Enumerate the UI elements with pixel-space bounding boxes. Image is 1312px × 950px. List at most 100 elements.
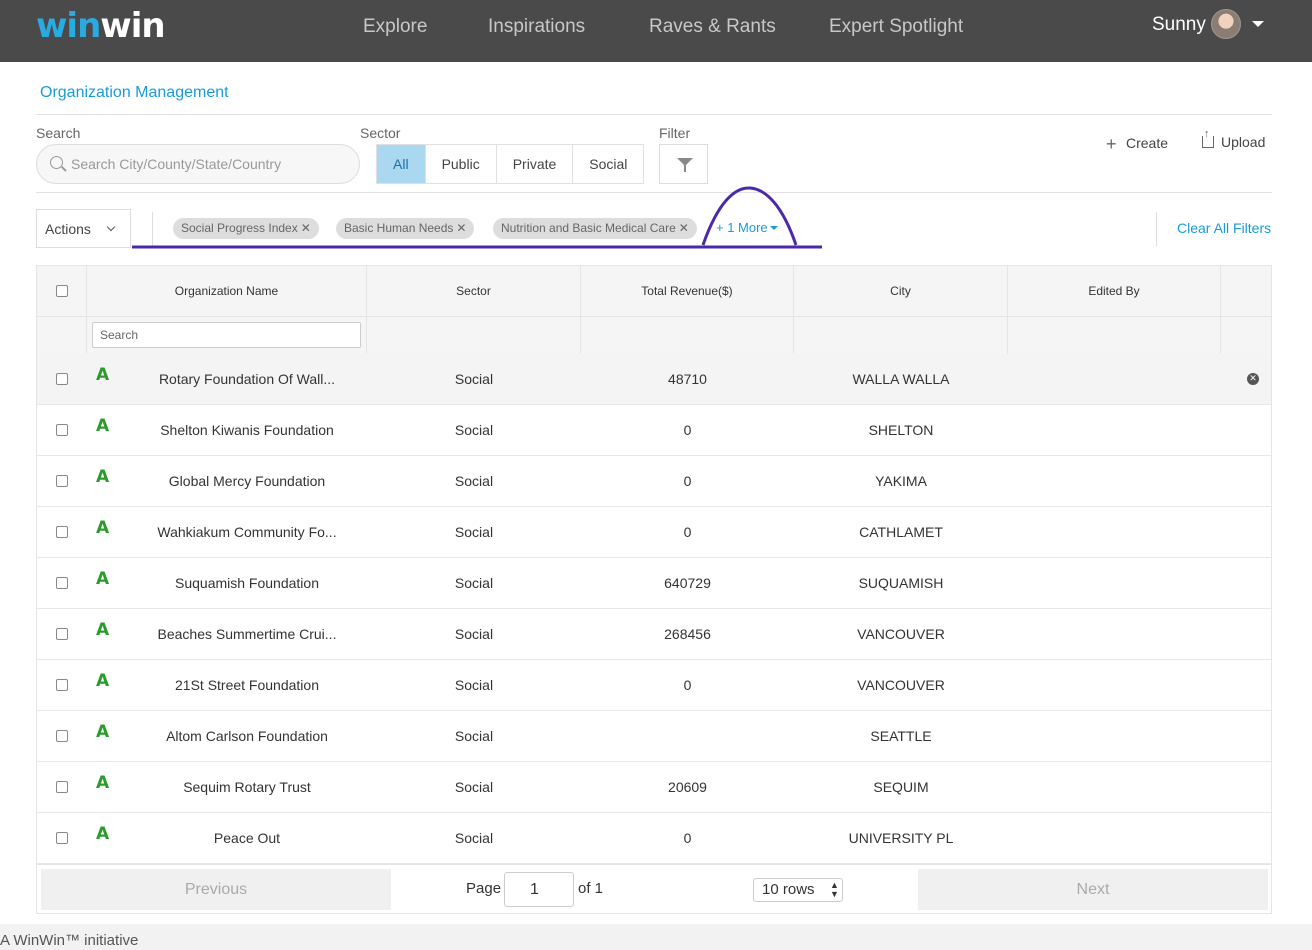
edited-by-cell bbox=[1008, 405, 1221, 456]
avatar[interactable] bbox=[1211, 9, 1241, 39]
actions-dropdown[interactable]: Actions bbox=[36, 209, 131, 248]
organizations-table: Organization Name Sector Total Revenue($… bbox=[36, 265, 1272, 914]
sector-social-button[interactable]: Social bbox=[573, 145, 644, 183]
organization-name-cell[interactable]: Peace Out bbox=[127, 813, 367, 864]
table-row[interactable]: A 21St Street Foundation Social 0 VANCOUVER bbox=[37, 660, 1271, 711]
previous-page-button[interactable]: Previous bbox=[41, 869, 391, 910]
edited-by-cell bbox=[1008, 609, 1221, 660]
organization-name-cell[interactable]: Global Mercy Foundation bbox=[127, 456, 367, 507]
row-checkbox[interactable] bbox=[56, 526, 68, 538]
sector-cell: Social bbox=[454, 779, 494, 795]
row-checkbox[interactable] bbox=[56, 475, 68, 487]
remove-chip-icon[interactable]: ✕ bbox=[301, 218, 311, 239]
table-row[interactable]: A Peace Out Social 0 UNIVERSITY PL bbox=[37, 813, 1271, 864]
main-panel: Organization Management Search Sector Al… bbox=[0, 62, 1312, 924]
revenue-cell: 0 bbox=[683, 524, 692, 540]
table-row[interactable]: A Shelton Kiwanis Foundation Social 0 SHELTO… bbox=[37, 405, 1271, 456]
location-search[interactable] bbox=[36, 144, 360, 184]
table-row[interactable]: A Rotary Foundation Of Wall... Social 48710… bbox=[37, 354, 1271, 405]
row-checkbox[interactable] bbox=[56, 730, 68, 742]
user-menu-caret-icon[interactable] bbox=[1252, 21, 1264, 27]
column-header-organization-name[interactable]: Organization Name bbox=[87, 266, 367, 317]
page-title[interactable]: Organization Management bbox=[40, 84, 229, 102]
city-cell: CATHLAMET bbox=[859, 524, 943, 540]
organization-name-cell[interactable]: Sequim Rotary Trust bbox=[127, 762, 367, 813]
revenue-cell: 0 bbox=[683, 422, 692, 438]
row-checkbox[interactable] bbox=[56, 628, 68, 640]
table-row[interactable]: A Suquamish Foundation Social 640729 SUQUAMI… bbox=[37, 558, 1271, 609]
revenue-cell: 0 bbox=[683, 830, 692, 846]
row-checkbox[interactable] bbox=[56, 577, 68, 589]
table-row[interactable]: A Global Mercy Foundation Social 0 YAKIMA bbox=[37, 456, 1271, 507]
nav-raves-rants[interactable]: Raves & Rants bbox=[649, 16, 776, 38]
row-checkbox[interactable] bbox=[56, 781, 68, 793]
remove-chip-icon[interactable]: ✕ bbox=[679, 218, 689, 239]
table-row[interactable]: A Altom Carlson Foundation Social SEATTLE bbox=[37, 711, 1271, 762]
rows-per-page-select[interactable]: 10 rows ▲ ▼ bbox=[753, 878, 843, 902]
city-cell: SUQUAMISH bbox=[858, 575, 944, 591]
row-checkbox[interactable] bbox=[56, 832, 68, 844]
edited-by-cell bbox=[1008, 456, 1221, 507]
city-cell: SEATTLE bbox=[870, 728, 932, 744]
sector-public-button[interactable]: Public bbox=[425, 145, 497, 183]
sector-cell: Social bbox=[454, 473, 494, 489]
page-label: Page bbox=[466, 880, 502, 897]
more-filters-link[interactable]: + 1 More bbox=[716, 220, 778, 235]
winwin-logo[interactable]: winwin bbox=[36, 6, 166, 46]
sector-private-button[interactable]: Private bbox=[496, 145, 574, 183]
edited-by-cell bbox=[1008, 711, 1221, 762]
column-header-edited-by[interactable]: Edited By bbox=[1008, 266, 1221, 317]
nav-expert-spotlight[interactable]: Expert Spotlight bbox=[829, 16, 963, 38]
revenue-cell: 20609 bbox=[668, 779, 707, 795]
sector-cell: Social bbox=[454, 524, 494, 540]
search-input[interactable] bbox=[71, 154, 351, 174]
organization-name-cell[interactable]: 21St Street Foundation bbox=[127, 660, 367, 711]
nav-explore[interactable]: Explore bbox=[363, 16, 427, 38]
table-row[interactable]: A Wahkiakum Community Fo... Social 0 CATHLAM… bbox=[37, 507, 1271, 558]
table-row[interactable]: A Beaches Summertime Crui... Social 268456 V… bbox=[37, 609, 1271, 660]
clear-all-filters-link[interactable]: Clear All Filters bbox=[1177, 220, 1271, 236]
grade-badge: A bbox=[96, 773, 110, 793]
organization-name-cell[interactable]: Suquamish Foundation bbox=[127, 558, 367, 609]
organization-name-cell[interactable]: Rotary Foundation Of Wall... bbox=[127, 354, 367, 405]
grade-badge: A bbox=[96, 671, 110, 691]
updown-arrows-icon: ▲ ▼ bbox=[830, 880, 839, 899]
upload-button[interactable]: Upload bbox=[1202, 128, 1265, 150]
organization-name-cell[interactable]: Altom Carlson Foundation bbox=[127, 711, 367, 762]
filter-chip: Nutrition and Basic Medical Care ✕ bbox=[493, 218, 697, 239]
row-checkbox[interactable] bbox=[56, 424, 68, 436]
close-icon[interactable]: ✕ bbox=[1247, 373, 1259, 385]
grade-badge: A bbox=[96, 620, 110, 640]
organization-name-search-input[interactable] bbox=[92, 322, 361, 348]
create-button[interactable]: + Create bbox=[1106, 134, 1168, 155]
filter-label: Filter bbox=[659, 125, 691, 141]
filter-button[interactable] bbox=[659, 144, 708, 184]
column-header-total-revenue[interactable]: Total Revenue($) bbox=[581, 266, 794, 317]
nav-inspirations[interactable]: Inspirations bbox=[488, 16, 585, 38]
organization-name-cell[interactable]: Shelton Kiwanis Foundation bbox=[127, 405, 367, 456]
sector-cell: Social bbox=[454, 371, 494, 387]
row-checkbox[interactable] bbox=[56, 373, 68, 385]
next-page-button[interactable]: Next bbox=[918, 869, 1268, 910]
filter-cell bbox=[367, 317, 581, 354]
select-all-cell bbox=[37, 266, 87, 317]
organization-name-cell[interactable]: Wahkiakum Community Fo... bbox=[127, 507, 367, 558]
user-name[interactable]: Sunny bbox=[1152, 14, 1206, 36]
divider bbox=[36, 114, 1272, 115]
logo-part-2: win bbox=[100, 6, 165, 46]
table-row[interactable]: A Sequim Rotary Trust Social 20609 SEQUIM bbox=[37, 762, 1271, 813]
select-all-checkbox[interactable] bbox=[56, 285, 68, 297]
column-header-city[interactable]: City bbox=[794, 266, 1008, 317]
revenue-cell: 268456 bbox=[664, 626, 711, 642]
column-filter-row bbox=[37, 317, 1271, 354]
remove-chip-icon[interactable]: ✕ bbox=[456, 218, 466, 239]
column-header-sector[interactable]: Sector bbox=[367, 266, 581, 317]
sector-all-button[interactable]: All bbox=[377, 145, 426, 183]
row-checkbox[interactable] bbox=[56, 679, 68, 691]
filter-chip-label: Basic Human Needs bbox=[344, 221, 454, 235]
chevron-down-icon bbox=[106, 222, 116, 232]
page-number-input[interactable] bbox=[504, 872, 574, 907]
filter-chip: Basic Human Needs ✕ bbox=[336, 218, 475, 239]
grade-badge: A bbox=[96, 416, 110, 436]
organization-name-cell[interactable]: Beaches Summertime Crui... bbox=[127, 609, 367, 660]
